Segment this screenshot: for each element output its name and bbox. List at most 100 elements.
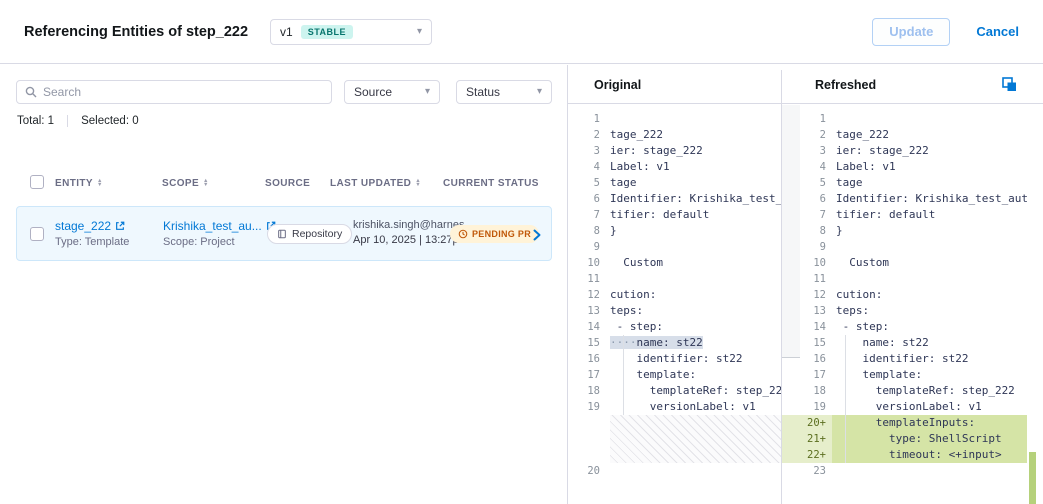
code-text: tage [832,175,1027,191]
entity-link[interactable]: stage_222 [55,219,129,233]
update-button[interactable]: Update [872,18,950,46]
column-header-source: SOURCE [265,175,310,191]
line-number: 1 [568,111,606,127]
code-text [832,463,1027,479]
table-header: ENTITY ▲▼ SCOPE ▲▼ SOURCE LAST UPDATED ▲… [0,175,567,195]
line-number: 19 [568,399,606,415]
overview-ruler-added-marker [1029,452,1036,504]
line-number: 19 [782,399,832,415]
screen: Referencing Entities of step_222 v1 STAB… [0,0,1043,504]
code-text: ier: stage_222 [832,143,1027,159]
code-text: - step: [606,319,781,335]
code-line: 7tifier: default [568,207,781,223]
code-line: 1 [782,111,1027,127]
code-line: 19 versionLabel: v1 [782,399,1027,415]
code-text: Identifier: Krishika_test_aut [606,191,781,207]
copy-icon[interactable] [1002,77,1017,92]
line-number: 17 [782,367,832,383]
cancel-button[interactable]: Cancel [976,24,1019,39]
scope-link[interactable]: Krishika_test_au... [163,219,276,233]
yaml-diff-panel: Original Refreshed 12tage_2223ier: stage… [568,65,1043,504]
code-text: teps: [606,303,781,319]
line-number: 22+ [782,447,832,463]
code-text: } [606,223,781,239]
code-line: 5tage [782,175,1027,191]
row-checkbox[interactable] [30,227,44,241]
code-text: tifier: default [606,207,781,223]
line-number: 8 [568,223,606,239]
column-header-entity[interactable]: ENTITY ▲▼ [55,175,103,191]
code-line: 5tage [568,175,781,191]
source-filter-dropdown[interactable]: Source ▾ [344,80,440,104]
code-text: versionLabel: v1 [832,399,1027,415]
line-number: 10 [782,255,832,271]
code-text: identifier: st22 [606,351,781,367]
code-text: Label: v1 [832,159,1027,175]
original-lines: 12tage_2223ier: stage_2224Label: v15tage… [568,111,781,479]
code-text: versionLabel: v1 [606,399,781,415]
external-link-icon [115,221,125,231]
entity-type: Type: Template [55,236,129,248]
code-line: 20 [568,463,781,479]
status-cell: PENDING PR [450,225,539,244]
chevron-down-icon: ▾ [425,87,430,97]
code-line: 12cution: [782,287,1027,303]
code-line: 22+ timeout: <+input> [782,447,1027,463]
code-line: 11 [782,271,1027,287]
line-number: 1 [782,111,832,127]
select-all-checkbox[interactable] [30,175,44,189]
column-header-current-status: CURRENT STATUS [443,175,539,191]
line-number: 7 [782,207,832,223]
status-filter-dropdown[interactable]: Status ▾ [456,80,552,104]
code-line: 17 template: [568,367,781,383]
code-line: 15 name: st22 [782,335,1027,351]
row-expand-chevron[interactable] [533,228,541,246]
code-line: 7tifier: default [782,207,1027,223]
line-number: 15 [782,335,832,351]
code-line: 11 [568,271,781,287]
diff-filler-region [610,415,781,463]
code-line: 8} [782,223,1027,239]
line-number: 6 [568,191,606,207]
code-line: 9 [782,239,1027,255]
line-number: 7 [568,207,606,223]
code-line: 13teps: [782,303,1027,319]
diff-pane-refreshed[interactable]: 12tage_2223ier: stage_2224Label: v15tage… [782,105,1043,504]
code-text: Custom [606,255,781,271]
chevron-down-icon: ▾ [537,87,542,97]
line-number: 9 [782,239,832,255]
refreshed-pane-title: Refreshed [815,78,876,92]
code-text [832,271,1027,287]
column-header-last-updated[interactable]: LAST UPDATED ▲▼ [330,175,421,191]
version-selector[interactable]: v1 STABLE ▾ [270,19,432,45]
column-header-scope[interactable]: SCOPE ▲▼ [162,175,209,191]
code-line: 6Identifier: Krishika_test_aut [782,191,1027,207]
diff-pane-original[interactable]: 12tage_2223ier: stage_2224Label: v15tage… [568,105,781,504]
line-number: 13 [782,303,832,319]
line-number: 15 [568,335,606,351]
code-text: cution: [606,287,781,303]
entity-cell: stage_222 Type: Template [55,219,129,248]
table-row[interactable]: stage_222 Type: Template Krishika_test_a… [16,206,552,261]
line-number: 11 [568,271,606,287]
line-number: 23 [782,463,832,479]
indent-guide [623,335,624,415]
line-number: 6 [782,191,832,207]
clock-icon [458,229,468,239]
code-line: 14 - step: [568,319,781,335]
line-number: 3 [782,143,832,159]
line-number: 10 [568,255,606,271]
code-line: 18 templateRef: step_222 [568,383,781,399]
search-box [16,80,332,104]
line-number: 14 [782,319,832,335]
top-bar: Referencing Entities of step_222 v1 STAB… [0,0,1043,64]
referencing-entities-panel: Source ▾ Status ▾ Total: 1 Selected: 0 E… [0,65,568,504]
scope-detail: Scope: Project [163,236,276,248]
code-text: type: ShellScript [832,431,1027,447]
source-filter-label: Source [354,85,392,99]
search-input[interactable] [43,85,323,99]
code-text: timeout: <+input> [832,447,1027,463]
page-title: Referencing Entities of step_222 [24,24,248,40]
line-number: 5 [782,175,832,191]
top-bar-actions: Update Cancel [872,18,1019,46]
